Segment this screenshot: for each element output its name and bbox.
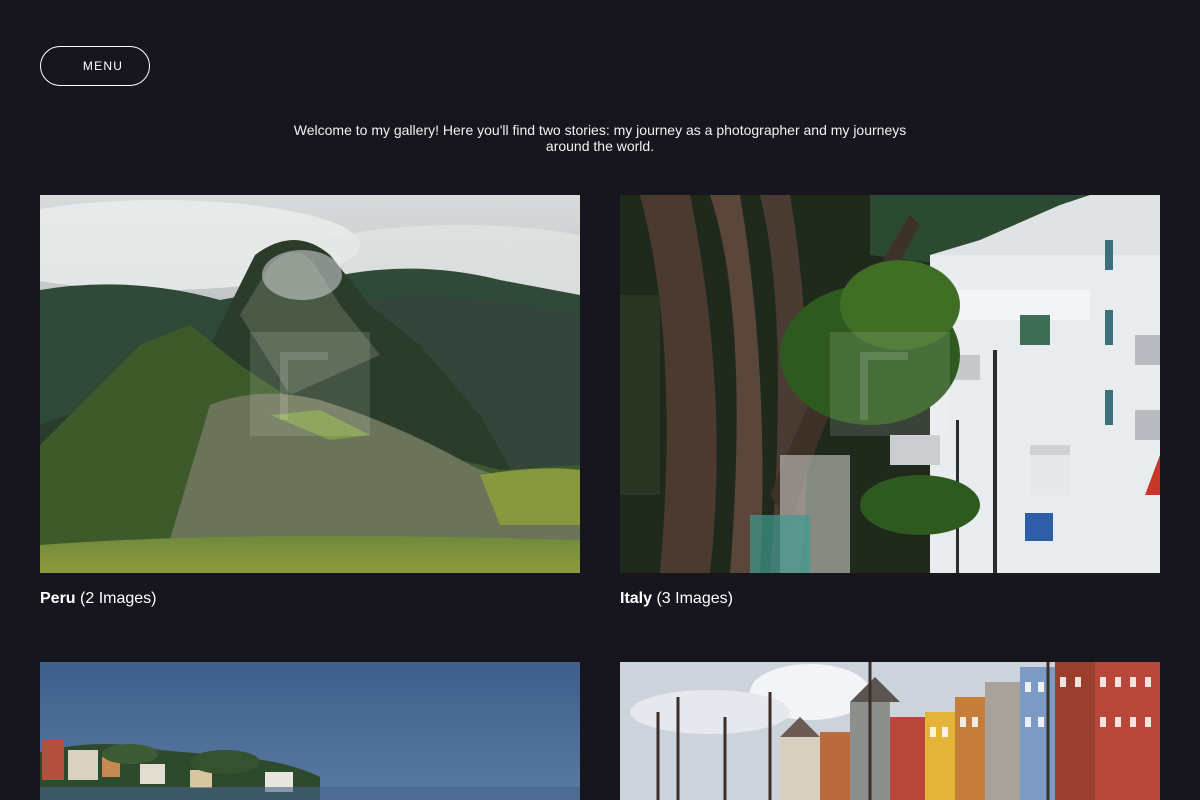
album-count-peru: (2 Images) bbox=[80, 590, 157, 607]
album-photo-3[interactable] bbox=[40, 662, 580, 800]
intro-text: Welcome to my gallery! Here you'll find … bbox=[293, 122, 907, 154]
album-photo-peru[interactable] bbox=[40, 195, 580, 573]
album-caption-italy[interactable]: Italy (3 Images) bbox=[620, 589, 1160, 609]
gallery-tile-peru[interactable]: Peru (2 Images) bbox=[40, 195, 580, 609]
album-photo-italy[interactable] bbox=[620, 195, 1160, 573]
watermark-icon bbox=[250, 332, 370, 436]
gallery-tile-3[interactable] bbox=[40, 662, 580, 800]
gallery-tile-italy[interactable]: Italy (3 Images) bbox=[620, 195, 1160, 609]
menu-label: MENU bbox=[82, 59, 124, 73]
gallery-tile-4[interactable] bbox=[620, 662, 1160, 800]
album-name-italy: Italy bbox=[620, 590, 653, 607]
album-name-peru: Peru bbox=[40, 590, 76, 607]
album-count-italy: (3 Images) bbox=[656, 590, 733, 607]
album-caption-peru[interactable]: Peru (2 Images) bbox=[40, 589, 580, 609]
album-photo-4[interactable] bbox=[620, 662, 1160, 800]
menu-button[interactable]: MENU bbox=[40, 46, 150, 86]
watermark-icon bbox=[830, 332, 950, 436]
